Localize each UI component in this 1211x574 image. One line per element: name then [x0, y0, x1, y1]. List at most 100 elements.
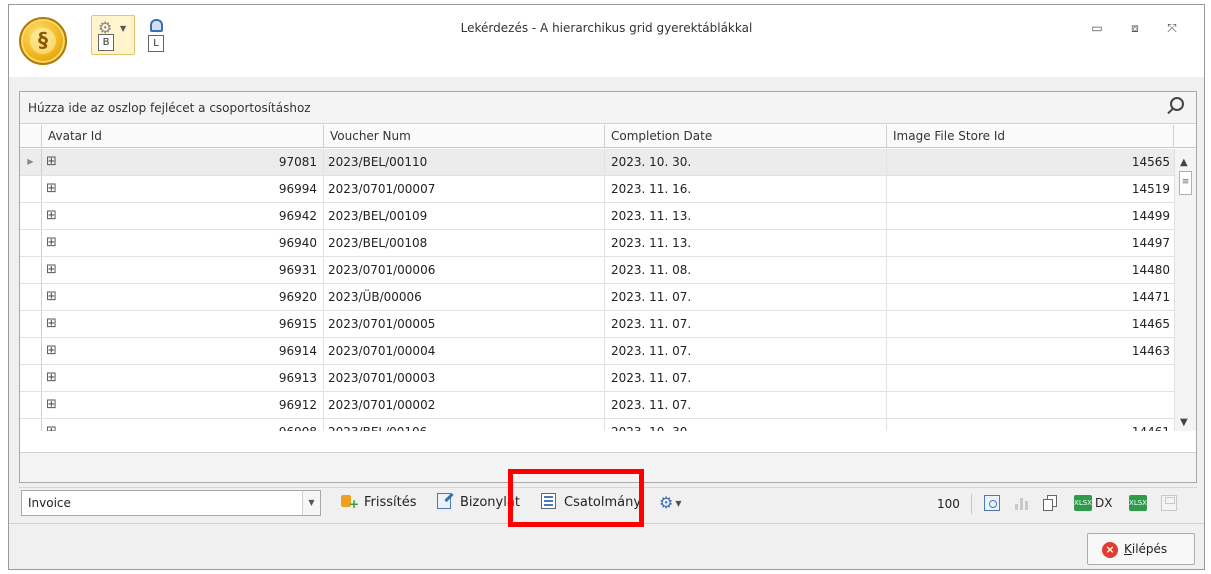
- row-indicator: [20, 311, 42, 337]
- row-indicator: [20, 365, 42, 391]
- table-row[interactable]: ⊞ 96913 2023/0701/00003 2023. 11. 07.: [20, 365, 1174, 392]
- cell-avatar-id: 96940: [72, 230, 324, 256]
- refresh-button[interactable]: + Frissítés: [341, 492, 417, 516]
- cell-completion-date: 2023. 11. 07.: [605, 311, 887, 337]
- cell-completion-date: 2023. 11. 07.: [605, 338, 887, 364]
- xlsx-icon[interactable]: XLSX: [1129, 495, 1147, 511]
- minimize-button[interactable]: ▭: [1087, 19, 1107, 37]
- cell-completion-date: 2023. 11. 07.: [605, 284, 887, 310]
- expand-icon[interactable]: ⊞: [42, 338, 72, 364]
- preview-icon[interactable]: [984, 495, 1000, 511]
- search-icon-handle: [1167, 107, 1174, 115]
- expand-icon[interactable]: ⊞: [42, 203, 72, 229]
- table-row[interactable]: ⊞ 96942 2023/BEL/00109 2023. 11. 13. 14499: [20, 203, 1174, 230]
- cell-image-file-store-id: [887, 365, 1174, 391]
- expand-icon[interactable]: ⊞: [42, 230, 72, 256]
- row-indicator: [20, 392, 42, 418]
- refresh-label: Frissítés: [364, 495, 417, 510]
- cell-completion-date: 2023. 10. 30.: [605, 149, 887, 175]
- row-indicator: ▶: [20, 149, 42, 175]
- cell-voucher-num: 2023/BEL/00110: [324, 149, 605, 175]
- expand-icon[interactable]: ⊞: [42, 176, 72, 202]
- xlsx-dx-icon[interactable]: XLSX: [1074, 495, 1092, 511]
- cell-avatar-id: 97081: [72, 149, 324, 175]
- table-row[interactable]: ⊞ 96915 2023/0701/00005 2023. 11. 07. 14465: [20, 311, 1174, 338]
- chevron-down-icon: ▼: [675, 499, 682, 508]
- table-row[interactable]: ⊞ 96931 2023/0701/00006 2023. 11. 08. 14480: [20, 257, 1174, 284]
- row-indicator: [20, 176, 42, 202]
- expand-icon[interactable]: ⊞: [42, 257, 72, 283]
- expand-icon[interactable]: ⊞: [42, 419, 72, 431]
- column-header-avatar-id[interactable]: Avatar Id: [42, 125, 324, 148]
- maximize-button[interactable]: ⧈: [1125, 19, 1145, 37]
- dx-label[interactable]: DX: [1095, 496, 1112, 510]
- cell-completion-date: 2023. 11. 07.: [605, 365, 887, 391]
- row-indicator: [20, 284, 42, 310]
- expand-icon[interactable]: ⊞: [42, 149, 72, 175]
- cell-avatar-id: 96913: [72, 365, 324, 391]
- settings-dropdown[interactable]: ⚙ ▼: [659, 492, 682, 516]
- exit-label-mnemonic: K: [1124, 542, 1132, 556]
- save-icon[interactable]: [1161, 495, 1177, 511]
- data-grid: Húzza ide az oszlop fejlécet a csoportos…: [19, 91, 1197, 483]
- row-indicator: [20, 203, 42, 229]
- grid-footer: [20, 452, 1196, 482]
- doc-l-icon: L: [148, 35, 164, 52]
- cell-image-file-store-id: 14471: [1131, 290, 1170, 304]
- cell-image-file-store-id: 14461: [887, 419, 1174, 431]
- row-indicator: [20, 338, 42, 364]
- row-indicator: [20, 419, 42, 431]
- table-row[interactable]: ⊞ 96994 2023/0701/00007 2023. 11. 16. 14519: [20, 176, 1174, 203]
- column-header-completion-date[interactable]: Completion Date: [605, 125, 887, 148]
- main-window: § ⚙ ▼ B L Lekérdezés - A hierarchikus gr…: [8, 4, 1205, 570]
- cell-completion-date: 2023. 11. 13.: [605, 230, 887, 256]
- cell-image-file-store-id: 14465: [1131, 317, 1170, 331]
- cell-voucher-num: 2023/0701/00002: [324, 392, 605, 418]
- table-row[interactable]: ⊞ 96940 2023/BEL/00108 2023. 11. 13. 14497: [20, 230, 1174, 257]
- column-header-voucher-num[interactable]: Voucher Num: [324, 125, 605, 148]
- bottom-toolbar: Invoice ▼ + Frissítés Bizonylat Csatolmán…: [19, 487, 1197, 519]
- group-panel[interactable]: Húzza ide az oszlop fejlécet a csoportos…: [20, 92, 1196, 124]
- chevron-down-icon[interactable]: ▼: [302, 491, 320, 515]
- expand-icon[interactable]: ⊞: [42, 311, 72, 337]
- table-row[interactable]: ▶ ⊞ 97081 2023/BEL/00110 2023. 10. 30. 14565: [20, 149, 1174, 176]
- cell-voucher-num: 2023/BEL/00109: [324, 203, 605, 229]
- expand-icon[interactable]: ⊞: [42, 392, 72, 418]
- cell-completion-date: 2023. 10. 30.: [605, 419, 887, 431]
- record-count: 100: [937, 497, 960, 511]
- expand-icon[interactable]: ⊞: [42, 284, 72, 310]
- cell-image-file-store-id: 14565: [1131, 155, 1170, 169]
- cell-completion-date: 2023. 11. 07.: [605, 392, 887, 418]
- vertical-scrollbar[interactable]: ▲ ≡ ▼: [1174, 149, 1196, 431]
- cell-image-file-store-id: 14480: [1131, 263, 1170, 277]
- exit-button[interactable]: × Kilépés: [1087, 533, 1195, 565]
- table-row[interactable]: ⊞ 96920 2023/ÜB/00006 2023. 11. 07. 14471: [20, 284, 1174, 311]
- attachment-button[interactable]: Csatolmány: [541, 492, 641, 516]
- scroll-down-icon[interactable]: ▼: [1180, 417, 1188, 428]
- close-button[interactable]: ⤧: [1162, 19, 1182, 37]
- cell-voucher-num: 2023/0701/00004: [324, 338, 605, 364]
- table-row[interactable]: ⊞ 96914 2023/0701/00004 2023. 11. 07. 14463: [20, 338, 1174, 365]
- table-row[interactable]: ⊞969082023/BEL/001062023. 10. 30.14461: [20, 419, 1174, 431]
- cell-voucher-num: 2023/0701/00003: [324, 365, 605, 391]
- expand-icon[interactable]: ⊞: [42, 365, 72, 391]
- cell-image-file-store-id: 14499: [1131, 209, 1170, 223]
- voucher-button[interactable]: Bizonylat: [437, 492, 520, 516]
- cell-completion-date: 2023. 11. 13.: [605, 203, 887, 229]
- title-bar: § ⚙ ▼ B L Lekérdezés - A hierarchikus gr…: [9, 5, 1204, 77]
- column-header-image-file-store-id[interactable]: Image File Store Id: [887, 125, 1174, 148]
- grid-rows: ▶ ⊞ 97081 2023/BEL/00110 2023. 10. 30. 14565 ⊞…: [20, 149, 1196, 431]
- search-icon[interactable]: [1166, 97, 1184, 117]
- table-row[interactable]: ⊞ 96912 2023/0701/00002 2023. 11. 07.: [20, 392, 1174, 419]
- refresh-icon: +: [341, 493, 359, 510]
- query-select[interactable]: Invoice ▼: [21, 490, 321, 516]
- copy-icon[interactable]: [1043, 495, 1059, 511]
- row-indicator: [20, 230, 42, 256]
- cell-voucher-num: 2023/BEL/00106: [324, 419, 605, 431]
- scroll-thumb[interactable]: ≡: [1179, 171, 1192, 195]
- attachment-icon: [541, 493, 559, 509]
- chart-icon[interactable]: [1013, 495, 1029, 511]
- scroll-up-icon[interactable]: ▲: [1180, 157, 1188, 168]
- attachment-label: Csatolmány: [564, 495, 642, 510]
- cell-voucher-num: 2023/BEL/00108: [324, 230, 605, 256]
